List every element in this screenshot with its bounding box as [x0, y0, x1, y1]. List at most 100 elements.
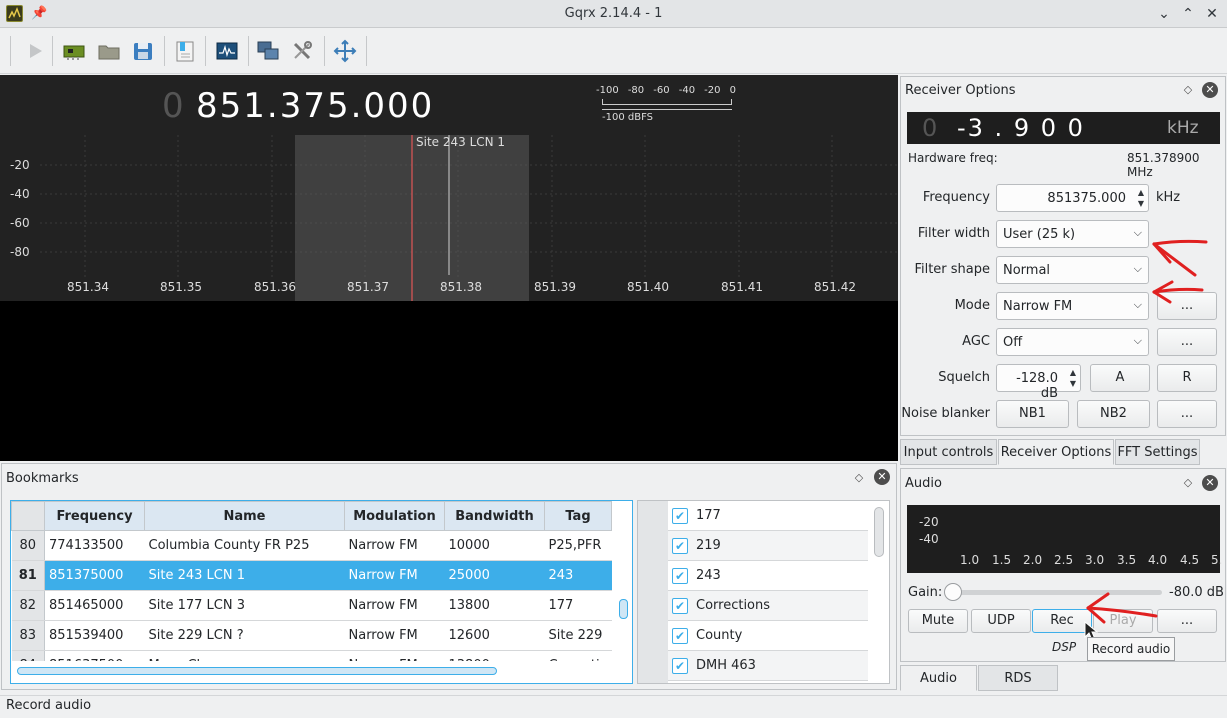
cell-modulation: Narrow FM [344, 590, 445, 621]
x-tick: 851.37 [347, 280, 389, 294]
cell-frequency: 851465000 [44, 590, 145, 621]
open-folder-icon[interactable] [96, 38, 122, 64]
cell-name: Site 177 LCN 3 [144, 590, 345, 621]
checkbox-checked-icon[interactable]: ✔ [672, 538, 688, 554]
checkbox-checked-icon[interactable]: ✔ [672, 628, 688, 644]
tag-item[interactable]: ✔ Corrections [668, 591, 868, 621]
agc-value: Off [1003, 335, 1023, 350]
float-icon[interactable]: ◇ [1182, 84, 1194, 96]
table-row[interactable]: 80 774133500 Columbia County FR P25 Narr… [11, 530, 612, 561]
meter-label: -100 dBFS [602, 112, 654, 123]
squelch-auto-button[interactable]: A [1090, 364, 1150, 392]
save-icon[interactable] [130, 38, 156, 64]
device-icon[interactable] [61, 38, 87, 64]
close-icon[interactable]: ✕ [1202, 82, 1218, 98]
mode-select[interactable]: Narrow FM ⌵ [996, 292, 1149, 320]
vertical-scrollbar[interactable] [874, 507, 884, 557]
tab-audio[interactable]: Audio [900, 665, 977, 691]
frequency-value: 851375.000 [1047, 191, 1126, 206]
table-row[interactable]: 82 851465000 Site 177 LCN 3 Narrow FM 13… [11, 590, 612, 621]
column-header[interactable]: Bandwidth [444, 501, 545, 531]
cell-bandwidth: 10000 [444, 530, 545, 561]
filter-width-select[interactable]: User (25 k) ⌵ [996, 220, 1149, 248]
cell-frequency: 851539400 [44, 620, 145, 651]
column-header[interactable]: Frequency [44, 501, 145, 531]
row-number: 81 [11, 560, 45, 591]
cell-tag: P25,PFR [544, 530, 612, 561]
tab-receiver-options[interactable]: Receiver Options [998, 439, 1114, 465]
checkbox-checked-icon[interactable]: ✔ [672, 568, 688, 584]
checkbox-checked-icon[interactable]: ✔ [672, 598, 688, 614]
audio-panel: Audio ◇ ✕ -20 -40 1.0 1.5 2.0 2.5 3.0 3.… [900, 468, 1226, 662]
cell-modulation: Narrow FM [344, 560, 445, 591]
vertical-scrollbar[interactable] [619, 599, 628, 619]
agc-select[interactable]: Off ⌵ [996, 328, 1149, 356]
bookmark-marker-label[interactable]: Site 243 LCN 1 [416, 135, 505, 149]
table-row[interactable]: 83 851539400 Site 229 LCN ? Narrow FM 12… [11, 620, 612, 651]
close-window-icon[interactable]: ✕ [1202, 4, 1222, 24]
close-icon[interactable]: ✕ [874, 469, 890, 485]
column-header[interactable]: Modulation [344, 501, 445, 531]
gain-slider-handle[interactable] [944, 583, 962, 601]
x-tick: 851.38 [440, 280, 482, 294]
float-icon[interactable]: ◇ [1182, 477, 1194, 489]
filter-shape-select[interactable]: Normal ⌵ [996, 256, 1149, 284]
cell-name: Columbia County FR P25 [144, 530, 345, 561]
checkbox-checked-icon[interactable]: ✔ [672, 508, 688, 524]
spectrum-plot[interactable]: 0 851.375.000 -100 -80 -60 -40 -20 0 -10… [0, 75, 898, 301]
waterfall[interactable] [0, 301, 898, 461]
filter-width-label: Filter width [917, 226, 990, 241]
horizontal-scrollbar[interactable] [17, 667, 497, 675]
tools-icon[interactable] [289, 38, 315, 64]
frequency-unit: kHz [1156, 190, 1181, 205]
nb2-button[interactable]: NB2 [1077, 400, 1150, 428]
udp-button[interactable]: UDP [971, 609, 1031, 633]
cell-tag: 243 [544, 560, 612, 591]
x-tick: 1.5 [992, 553, 1012, 567]
float-icon[interactable]: ◇ [853, 472, 865, 484]
agc-options-button[interactable]: ... [1157, 328, 1217, 356]
fullscreen-icon[interactable] [332, 38, 358, 64]
squelch-reset-button[interactable]: R [1157, 364, 1217, 392]
remote-icon[interactable] [255, 38, 281, 64]
close-icon[interactable]: ✕ [1202, 475, 1218, 491]
tag-item[interactable]: ✔ 243 [668, 561, 868, 591]
tag-label: 243 [696, 568, 721, 583]
play-icon[interactable] [22, 38, 48, 64]
column-header[interactable]: Name [144, 501, 345, 531]
tag-label: County [696, 628, 743, 643]
main-frequency-display[interactable]: 851.375.000 [196, 86, 434, 126]
table-row-selected[interactable]: 81 851375000 Site 243 LCN 1 Narrow FM 25… [11, 560, 612, 591]
squelch-spinbox[interactable]: -128.0 dB ▲ ▼ [996, 364, 1081, 401]
status-bar: Record audio [0, 695, 1227, 718]
tag-item[interactable]: ✔ 219 [668, 531, 868, 561]
offset-display[interactable]: 0 -3 . 9 0 0 kHz [907, 112, 1220, 144]
maximize-icon[interactable]: ⌃ [1178, 4, 1198, 24]
tag-item[interactable]: ✔ DMH 463 [668, 651, 868, 681]
x-tick: 2.5 [1054, 553, 1074, 567]
tab-rds[interactable]: RDS [978, 665, 1058, 691]
meter-tick: 0 [729, 85, 736, 96]
checkbox-checked-icon[interactable]: ✔ [672, 658, 688, 674]
row-number: 83 [11, 620, 45, 651]
tab-fft-settings[interactable]: FFT Settings [1115, 439, 1200, 465]
bookmarks-table[interactable]: Frequency Name Modulation Bandwidth Tag … [10, 500, 633, 684]
tag-item[interactable]: ✔ 177 [668, 501, 868, 531]
frequency-spinbox[interactable]: 851375.000 ▲ ▼ [996, 184, 1149, 212]
tab-input-controls[interactable]: Input controls [900, 439, 997, 465]
nb-options-button[interactable]: ... [1157, 400, 1217, 428]
audio-fft-plot[interactable]: -20 -40 1.0 1.5 2.0 2.5 3.0 3.5 4.0 4.5 … [907, 505, 1222, 573]
x-tick: 4.0 [1148, 553, 1168, 567]
column-header[interactable]: Tag [544, 501, 612, 531]
bookmark-icon[interactable] [172, 38, 198, 64]
mute-button[interactable]: Mute [908, 609, 968, 633]
tag-list[interactable]: ✔ 177 ✔ 219 ✔ 243 ✔ Corrections ✔ County… [637, 500, 890, 684]
chevron-down-icon: ⌵ [1133, 334, 1142, 347]
audio-options-button[interactable]: ... [1157, 609, 1217, 633]
nb1-button[interactable]: NB1 [996, 400, 1069, 428]
y-tick: -20 [10, 158, 30, 172]
signal-meter: -100 -80 -60 -40 -20 0 -100 dBFS [596, 85, 736, 125]
minimize-icon[interactable]: ⌄ [1154, 4, 1174, 24]
fft-icon[interactable] [214, 38, 240, 64]
tag-item[interactable]: ✔ County [668, 621, 868, 651]
